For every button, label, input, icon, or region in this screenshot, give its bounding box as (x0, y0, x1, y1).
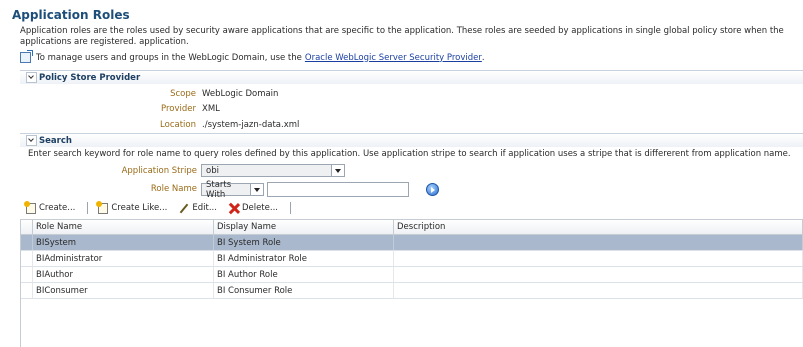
search-section-header[interactable]: Search (20, 133, 803, 147)
search-go-button[interactable] (426, 183, 439, 196)
role-name-cell: BIConsumer (33, 283, 214, 298)
location-value: ./system-jazn-data.xml (202, 120, 300, 130)
description-cell (394, 267, 803, 282)
column-header-display-name[interactable]: Display Name (214, 220, 394, 234)
row-selector-header (21, 220, 33, 234)
provider-label: Provider (161, 104, 196, 114)
roles-toolbar: Create... Create Like... Edit... Delete.… (24, 200, 301, 214)
role-operator-value: Starts With (206, 179, 232, 200)
create-like-icon (96, 200, 109, 214)
row-selector[interactable] (21, 235, 33, 250)
delete-label: Delete... (241, 203, 278, 213)
display-name-cell: BI System Role (214, 235, 394, 250)
manage-prefix: To manage users and groups in the WebLog… (36, 52, 302, 63)
chevron-down-icon[interactable] (250, 184, 263, 195)
table-row[interactable]: BISystem BI System Role (21, 235, 803, 251)
manage-suffix: . (481, 52, 485, 63)
search-title: Search (39, 135, 72, 146)
page-title: Application Roles (12, 8, 130, 22)
table-row[interactable]: BIAdministrator BI Administrator Role (21, 251, 803, 267)
page-description: Application roles are the roles used by … (20, 26, 784, 47)
manage-users-note: To manage users and groups in the WebLog… (20, 50, 485, 63)
column-header-description[interactable]: Description (394, 220, 803, 234)
table-header: Role Name Display Name Description (21, 219, 803, 235)
table-row[interactable]: BIAuthor BI Author Role (21, 267, 803, 283)
row-selector[interactable] (21, 283, 33, 298)
display-name-cell: BI Administrator Role (214, 251, 394, 266)
delete-x-icon (229, 203, 239, 214)
create-button[interactable]: Create... (24, 200, 76, 214)
scope-value: WebLogic Domain (202, 89, 279, 99)
pencil-icon (179, 203, 189, 214)
create-like-button[interactable]: Create Like... (96, 200, 168, 214)
role-name-label: Role Name (150, 184, 197, 194)
delete-button[interactable]: Delete... (229, 203, 278, 214)
edit-button[interactable]: Edit... (179, 203, 217, 214)
create-like-label: Create Like... (111, 203, 168, 213)
provider-value: XML (202, 104, 220, 114)
create-icon (24, 200, 36, 214)
location-label: Location (160, 120, 196, 130)
description-cell (394, 251, 803, 266)
scope-label: Scope (170, 89, 196, 99)
role-name-input[interactable] (267, 182, 409, 197)
provider-row: Provider XML (20, 104, 220, 114)
policy-store-title: Policy Store Provider (39, 72, 141, 83)
roles-table: Role Name Display Name Description BISys… (20, 219, 803, 347)
edit-label: Edit... (192, 203, 217, 213)
application-stripe-select[interactable]: obi (201, 164, 345, 177)
chevron-down-icon[interactable] (331, 165, 344, 176)
location-row: Location ./system-jazn-data.xml (20, 120, 299, 130)
role-name-cell: BIAdministrator (33, 251, 214, 266)
role-name-cell: BIAuthor (33, 267, 214, 282)
chevron-down-icon[interactable] (26, 72, 37, 83)
table-row[interactable]: BIConsumer BI Consumer Role (21, 283, 803, 299)
toolbar-divider (289, 202, 291, 214)
external-link-icon (20, 50, 33, 63)
policy-store-section-header[interactable]: Policy Store Provider (20, 70, 803, 84)
create-label: Create... (39, 203, 76, 213)
role-name-cell: BISystem (33, 235, 214, 250)
display-name-cell: BI Consumer Role (214, 283, 394, 298)
application-stripe-value: obi (206, 165, 219, 176)
row-selector[interactable] (21, 251, 33, 266)
chevron-down-icon[interactable] (26, 135, 37, 146)
application-stripe-label: Application Stripe (121, 166, 197, 176)
scope-row: Scope WebLogic Domain (20, 89, 278, 99)
search-instructions: Enter search keyword for role name to qu… (28, 149, 791, 159)
weblogic-security-provider-link[interactable]: Oracle WebLogic Server Security Provider (305, 53, 482, 63)
role-operator-select[interactable]: Starts With (201, 180, 264, 200)
description-cell (394, 283, 803, 298)
column-header-role-name[interactable]: Role Name (33, 220, 214, 234)
toolbar-divider (87, 202, 89, 214)
row-selector[interactable] (21, 267, 33, 282)
description-cell (394, 235, 803, 250)
display-name-cell: BI Author Role (214, 267, 394, 282)
